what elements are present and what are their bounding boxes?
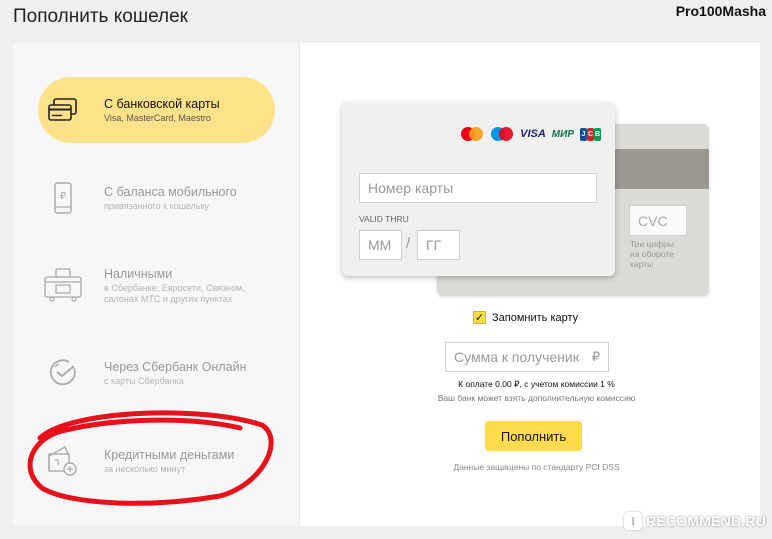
cvc-hint-line: карты <box>630 259 654 269</box>
bank-fee-note: Ваш банк может взять дополнительную коми… <box>437 393 636 403</box>
cvc-hint: Три цифры на обороте карты <box>630 239 692 269</box>
watermark-badge-icon: I <box>624 512 643 530</box>
card-front: VISA МИР J C B VALID THRU / <box>342 102 615 276</box>
jcb-letter: C <box>587 127 594 141</box>
bank-card-icon <box>38 98 88 122</box>
cvc-hint-line: на обороте <box>630 249 674 259</box>
jcb-logo: J C B <box>580 127 601 141</box>
cvc-hint-line: Три цифры <box>630 239 674 249</box>
amount-input[interactable] <box>454 349 579 365</box>
method-sberbank-online[interactable]: Через Сбербанк Онлайн с карты Сбербанка <box>38 340 275 406</box>
method-label: С баланса мобильного <box>104 185 237 199</box>
method-label: Кредитными деньгами <box>104 448 235 462</box>
watermark-text: RECOMMEND.RU <box>646 513 766 529</box>
method-mobile-balance[interactable]: ₽ С баланса мобильного привязанного к ко… <box>38 165 275 231</box>
method-sublabel: привязанного к кошельку <box>104 201 210 211</box>
method-sublabel: с карты Сбербанка <box>104 376 184 386</box>
remember-card-label: Запомнить карту <box>492 311 579 324</box>
expiry-month-input[interactable] <box>359 230 402 260</box>
method-sublabel: салонах МТС и других пунктах <box>104 293 233 304</box>
svg-text:₽: ₽ <box>60 191 67 202</box>
security-note: Данные защищены по стандарту PCI DSS <box>453 462 620 472</box>
fee-summary: К оплате 0.00 ₽, с учетом комиссии 1 % <box>458 379 615 389</box>
card-number-input[interactable] <box>359 173 597 203</box>
method-sublabel: за несколько минут <box>104 464 186 474</box>
cvc-input[interactable] <box>629 205 687 236</box>
method-sublabel: Visa, MasterCard, Maestro <box>104 113 211 123</box>
method-bank-card[interactable]: С банковской карты Visa, MasterCard, Mae… <box>38 77 275 143</box>
expiry-year-input[interactable] <box>417 230 460 260</box>
mobile-phone-icon: ₽ <box>38 182 88 214</box>
method-label: Через Сбербанк Онлайн <box>104 360 247 374</box>
sberbank-icon <box>38 359 88 387</box>
method-label: Наличными <box>104 266 173 281</box>
remember-card-control[interactable]: ✓ Запомнить карту <box>473 311 578 324</box>
method-label: С банковской карты <box>104 97 220 111</box>
method-sublabel: в Сбербанке, Евросети, Связном, <box>104 282 245 293</box>
top-up-panel: С банковской карты Visa, MasterCard, Mae… <box>13 43 760 526</box>
maestro-logo <box>491 127 514 141</box>
jcb-letter: J <box>580 127 587 141</box>
expiry-separator: / <box>406 235 411 252</box>
method-credit[interactable]: Кредитными деньгами за несколько минут <box>38 428 275 494</box>
payment-method-sidebar: С банковской карты Visa, MasterCard, Mae… <box>13 43 300 526</box>
mir-logo: МИР <box>551 128 574 140</box>
card-brand-logos: VISA МИР J C B <box>460 126 601 142</box>
jcb-letter: B <box>594 127 601 141</box>
page-title: Пополнить кошелек <box>13 6 188 27</box>
amount-field[interactable]: ₽ <box>445 342 609 372</box>
top-up-button[interactable]: Пополнить <box>485 421 582 451</box>
mastercard-logo <box>461 127 484 141</box>
method-cash[interactable]: Наличными в Сбербанке, Евросети, Связном… <box>38 252 275 318</box>
currency-symbol: ₽ <box>591 349 600 364</box>
cash-terminal-icon <box>38 268 88 302</box>
valid-thru-label: VALID THRU <box>359 214 409 224</box>
credit-card-plus-icon <box>38 444 88 478</box>
visa-logo: VISA <box>520 128 546 140</box>
username: Pro100Masha <box>675 3 766 19</box>
recommend-watermark: I RECOMMEND.RU <box>624 512 766 530</box>
remember-card-checkbox[interactable]: ✓ <box>473 311 486 324</box>
